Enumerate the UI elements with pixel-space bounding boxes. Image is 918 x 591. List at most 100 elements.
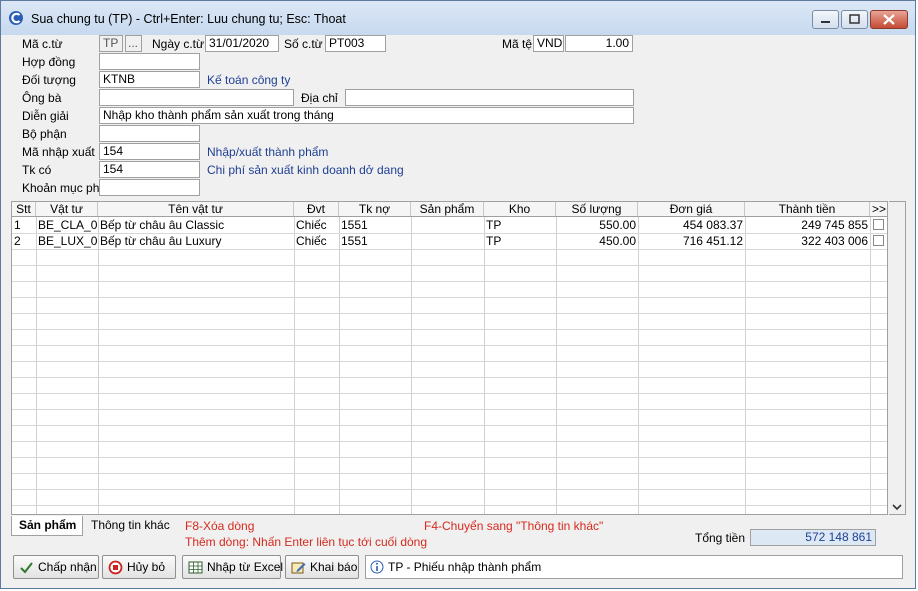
cancel-icon — [108, 560, 123, 575]
maximize-button[interactable] — [841, 10, 868, 29]
cancel-button[interactable]: Hủy bỏ — [102, 555, 176, 579]
ma-nhap-xuat-field[interactable]: 154 — [99, 143, 200, 160]
tk-co-description: Chi phí sản xuất kinh doanh dở dang — [207, 163, 404, 177]
ong-ba-field[interactable] — [99, 89, 294, 106]
hop-dong-label: Hợp đồng — [22, 55, 76, 69]
grid-line — [556, 217, 557, 514]
tk-co-field[interactable]: 154 — [99, 161, 200, 178]
ma-nhap-xuat-description: Nhập/xuất thành phẩm — [207, 145, 329, 159]
col-don-gia[interactable]: Đơn giá — [638, 202, 745, 216]
grid-line — [12, 425, 887, 426]
ong-ba-label: Ông bà — [22, 91, 62, 105]
total-value: 572 148 861 — [750, 529, 876, 546]
cell-dvt[interactable]: Chiếc — [294, 234, 339, 248]
detail-grid[interactable]: Stt Vật tư Tên vật tư Đvt Tk nợ Sản phẩm… — [11, 201, 888, 515]
cell-don-gia[interactable]: 454 083.37 — [638, 218, 745, 232]
ma-ct-lookup-button[interactable]: ... — [125, 35, 142, 52]
info-icon — [370, 560, 384, 574]
ngay-ct-field[interactable]: 31/01/2020 — [205, 35, 279, 52]
cell-vat-tu[interactable]: BE_CLA_01 — [36, 218, 98, 232]
doi-tuong-field[interactable]: KTNB — [99, 71, 200, 88]
accept-button-label: Chấp nhận — [38, 560, 97, 574]
cell-kho[interactable]: TP — [484, 218, 556, 232]
khoan-muc-phi-label: Khoản mục phí — [22, 181, 103, 195]
grid-line — [339, 217, 340, 514]
status-bar: TP - Phiếu nhập thành phẩm — [365, 555, 903, 579]
dia-chi-label: Địa chỉ — [301, 91, 338, 105]
col-san-pham[interactable]: Sản phẩm — [411, 202, 484, 216]
table-row[interactable]: 1 BE_CLA_01 Bếp từ châu âu Classic Chiếc… — [12, 217, 887, 233]
grid-line — [12, 281, 887, 282]
ngay-ct-label: Ngày c.từ — [152, 37, 205, 51]
cell-tk-no[interactable]: 1551 — [339, 218, 411, 232]
dien-giai-label: Diễn giải — [22, 109, 69, 123]
col-more[interactable]: >> — [870, 202, 887, 216]
cell-tk-no[interactable]: 1551 — [339, 234, 411, 248]
declare-button[interactable]: Khai báo — [285, 555, 359, 579]
grid-line — [12, 473, 887, 474]
hop-dong-field[interactable] — [99, 53, 200, 70]
spreadsheet-icon — [188, 561, 203, 574]
status-text: TP - Phiếu nhập thành phẩm — [388, 560, 542, 574]
dien-giai-field[interactable]: Nhập kho thành phẩm sản xuất trong tháng — [99, 107, 634, 124]
cell-so-luong[interactable]: 550.00 — [556, 218, 638, 232]
cell-don-gia[interactable]: 716 451.12 — [638, 234, 745, 248]
import-excel-button[interactable]: Nhập từ Excel — [182, 555, 283, 579]
scroll-down-icon[interactable] — [892, 503, 902, 511]
cell-kho[interactable]: TP — [484, 234, 556, 248]
ma-nhap-xuat-label: Mã nhập xuất — [22, 145, 95, 159]
table-row[interactable]: 2 BE_LUX_01 Bếp từ châu âu Luxury Chiếc … — [12, 233, 887, 249]
col-kho[interactable]: Kho — [484, 202, 556, 216]
col-stt[interactable]: Stt — [12, 202, 36, 216]
close-icon — [883, 14, 895, 25]
app-icon — [9, 11, 23, 25]
grid-line — [294, 217, 295, 514]
cell-thanh-tien[interactable]: 322 403 006 — [745, 234, 870, 248]
cell-stt[interactable]: 1 — [12, 218, 36, 232]
so-ct-field[interactable]: PT003 — [325, 35, 386, 52]
col-vat-tu[interactable]: Vật tư — [36, 202, 98, 216]
grid-line — [36, 217, 37, 514]
cell-thanh-tien[interactable]: 249 745 855 — [745, 218, 870, 232]
ma-ct-field[interactable]: TP — [99, 35, 123, 52]
cell-stt[interactable]: 2 — [12, 234, 36, 248]
col-so-luong[interactable]: Số lượng — [556, 202, 638, 216]
close-button[interactable] — [870, 10, 908, 29]
voucher-window: Sua chung tu (TP) - Ctrl+Enter: Luu chun… — [0, 0, 916, 589]
cell-dvt[interactable]: Chiếc — [294, 218, 339, 232]
ma-ct-label: Mã c.từ — [22, 37, 63, 51]
cell-vat-tu[interactable]: BE_LUX_01 — [36, 234, 98, 248]
dia-chi-field[interactable] — [345, 89, 634, 106]
grid-line — [411, 217, 412, 514]
khoan-muc-phi-field[interactable] — [99, 179, 200, 196]
tab-thong-tin-khac[interactable]: Thông tin khác — [84, 516, 177, 536]
cell-so-luong[interactable]: 450.00 — [556, 234, 638, 248]
tk-co-label: Tk có — [22, 163, 52, 177]
ma-te-label: Mã tệ — [502, 37, 533, 51]
row-checkbox[interactable] — [873, 219, 884, 230]
col-dvt[interactable]: Đvt — [294, 202, 339, 216]
col-ten-vat-tu[interactable]: Tên vật tư — [98, 202, 294, 216]
grid-line — [98, 217, 99, 514]
cell-ten-vat-tu[interactable]: Bếp từ châu âu Classic — [98, 218, 294, 232]
col-thanh-tien[interactable]: Thành tiền — [745, 202, 870, 216]
ty-gia-field[interactable]: 1.00 — [565, 35, 633, 52]
row-checkbox[interactable] — [873, 235, 884, 246]
hint-f4-switch: F4-Chuyển sang "Thông tin khác" — [424, 519, 604, 533]
doi-tuong-label: Đối tượng — [22, 73, 76, 87]
hint-f8-delete: F8-Xóa dòng — [185, 519, 255, 533]
grid-scrollbar[interactable] — [889, 201, 906, 515]
ma-te-field[interactable]: VND — [533, 35, 564, 52]
bo-phan-field[interactable] — [99, 125, 200, 142]
hint-add-row: Thêm dòng: Nhấn Enter liên tục tới cuối … — [185, 535, 428, 549]
col-tk-no[interactable]: Tk nợ — [339, 202, 411, 216]
grid-line — [12, 457, 887, 458]
grid-line — [12, 441, 887, 442]
grid-line — [484, 217, 485, 514]
minimize-icon — [821, 21, 830, 23]
accept-button[interactable]: Chấp nhận — [13, 555, 99, 579]
tab-san-pham[interactable]: Sản phẩm — [11, 516, 83, 536]
cell-ten-vat-tu[interactable]: Bếp từ châu âu Luxury — [98, 234, 294, 248]
minimize-button[interactable] — [812, 10, 839, 29]
grid-line — [12, 345, 887, 346]
